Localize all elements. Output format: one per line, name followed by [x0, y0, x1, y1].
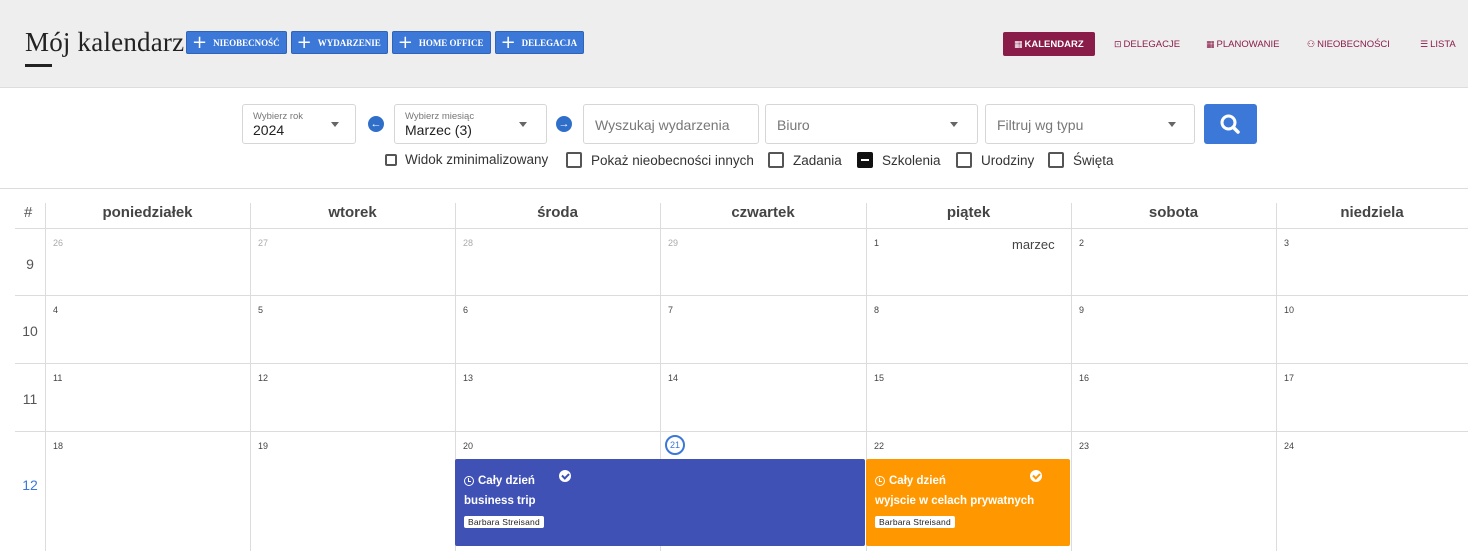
plus-icon: +	[296, 31, 312, 53]
search-icon	[1220, 114, 1240, 134]
nav-calendar[interactable]: ▦ KALENDARZ	[1003, 32, 1095, 56]
event-time: Cały dzień	[464, 475, 535, 487]
nav-planning[interactable]: ▦ PLANOWANIE	[1206, 32, 1280, 56]
checkbox-box	[385, 153, 397, 166]
event-person-badge: Barbara Streisand	[464, 516, 544, 528]
event-person-badge: Barbara Streisand	[875, 516, 955, 528]
day-name-header: środa	[537, 204, 578, 221]
day-cell[interactable]	[1276, 363, 1468, 431]
checkbox-indeterminate	[857, 152, 873, 168]
day-name-header: piątek	[946, 204, 991, 221]
add-event-button[interactable]: + WYDARZENIE	[290, 31, 388, 54]
prev-month-arrow-icon[interactable]: ←	[368, 116, 384, 132]
clock-icon	[875, 476, 885, 486]
day-cell[interactable]	[455, 295, 660, 363]
day-cell[interactable]	[1276, 431, 1468, 552]
event-card[interactable]: Cały dzień wyjscie w celach prywatnych Bar…	[866, 459, 1070, 546]
calendar-check-icon: ▦	[1206, 38, 1215, 49]
day-cell[interactable]	[250, 431, 455, 552]
nav-delegations[interactable]: ⊡ DELEGACJE	[1114, 32, 1180, 56]
day-cell[interactable]	[250, 295, 455, 363]
list-icon: ☰	[1420, 38, 1429, 49]
day-name-header: wtorek	[328, 204, 377, 221]
day-cell[interactable]	[45, 228, 250, 295]
header: Mój kalendarz + NIEOBECNOŚĆ + WYDARZENIE +…	[0, 0, 1468, 88]
checkbox-box	[768, 152, 784, 168]
calendar-grid: # poniedziałek wtorek środa czwartek piątek s…	[0, 188, 1468, 551]
week-number[interactable]: 9	[15, 256, 45, 272]
checkbox-trainings[interactable]: Szkolenia	[857, 152, 941, 168]
check-circle-icon	[1030, 470, 1042, 482]
day-cell[interactable]	[1071, 295, 1276, 363]
search-button[interactable]	[1204, 104, 1257, 144]
checkbox-holidays[interactable]: Święta	[1048, 152, 1114, 168]
add-buttons: + NIEOBECNOŚĆ + WYDARZENIE + HOME OFFICE + D…	[186, 31, 585, 54]
clock-icon	[464, 476, 474, 486]
caret-down-icon	[1168, 122, 1176, 127]
day-cell[interactable]	[455, 363, 660, 431]
day-cell[interactable]	[660, 363, 866, 431]
plus-icon: +	[397, 31, 413, 53]
plus-icon: +	[192, 31, 208, 53]
checkbox-box	[566, 152, 582, 168]
month-label: marzec	[1012, 237, 1055, 252]
day-cell[interactable]	[660, 295, 866, 363]
checkbox-tasks[interactable]: Zadania	[768, 152, 842, 168]
day-cell[interactable]	[45, 295, 250, 363]
nav-absences[interactable]: ⚇ NIEOBECNOŚCI	[1307, 32, 1390, 56]
checkbox-birthdays[interactable]: Urodziny	[956, 152, 1034, 168]
plus-icon: +	[500, 31, 516, 53]
day-name-header: czwartek	[731, 204, 795, 221]
add-delegation-button[interactable]: + DELEGACJA	[494, 31, 585, 54]
day-cell[interactable]	[455, 228, 660, 295]
day-cell[interactable]	[1071, 228, 1276, 295]
briefcase-icon: ⊡	[1114, 38, 1122, 49]
type-filter-select[interactable]: Filtruj wg typu	[985, 104, 1195, 144]
calendar-icon: ▦	[1014, 38, 1023, 49]
day-cell[interactable]	[866, 295, 1071, 363]
event-title: business trip	[464, 495, 536, 507]
caret-down-icon	[519, 122, 527, 127]
event-time: Cały dzień	[875, 475, 946, 487]
week-number[interactable]: 10	[15, 323, 45, 339]
day-name-header: poniedziałek	[102, 204, 193, 221]
day-cell[interactable]	[866, 363, 1071, 431]
filter-checkboxes: Widok zminimalizowany Pokaż nieobecności…	[0, 152, 1468, 170]
day-cell[interactable]	[250, 363, 455, 431]
day-cell[interactable]	[660, 228, 866, 295]
caret-down-icon	[331, 122, 339, 127]
day-cell[interactable]	[45, 431, 250, 552]
event-card[interactable]: Cały dzień business trip Barbara Streisand	[455, 459, 865, 546]
checkbox-minimized-view[interactable]: Widok zminimalizowany	[385, 152, 548, 167]
week-number[interactable]: 12	[15, 477, 45, 493]
check-circle-icon	[559, 470, 571, 482]
page-title: Mój kalendarz	[25, 27, 185, 57]
week-number-header: #	[24, 204, 33, 221]
next-month-arrow-icon[interactable]: →	[556, 116, 572, 132]
day-cell[interactable]	[1276, 228, 1468, 295]
day-cell[interactable]	[45, 363, 250, 431]
office-select[interactable]: Biuro	[765, 104, 978, 144]
day-name-header: sobota	[1148, 204, 1199, 221]
caret-down-icon	[950, 122, 958, 127]
checkbox-show-others-absences[interactable]: Pokaż nieobecności innych	[566, 152, 754, 168]
checkbox-box	[956, 152, 972, 168]
week-number[interactable]: 11	[15, 391, 45, 407]
event-title: wyjscie w celach prywatnych	[875, 495, 1035, 507]
nav-list[interactable]: ☰ LISTA	[1420, 32, 1456, 56]
add-absence-button[interactable]: + NIEOBECNOŚĆ	[186, 31, 287, 54]
checkbox-box	[1048, 152, 1064, 168]
user-clock-icon: ⚇	[1307, 38, 1316, 49]
day-cell[interactable]	[1276, 295, 1468, 363]
day-cell[interactable]	[250, 228, 455, 295]
day-name-header: niedziela	[1340, 204, 1404, 221]
day-cell[interactable]	[1071, 363, 1276, 431]
year-select[interactable]: Wybierz rok 2024	[242, 104, 356, 144]
month-select[interactable]: Wybierz miesiąc Marzec (3)	[394, 104, 547, 144]
add-home-office-button[interactable]: + HOME OFFICE	[391, 31, 491, 54]
search-input[interactable]: Wyszukaj wydarzenia	[583, 104, 759, 144]
day-cell[interactable]	[1071, 431, 1276, 552]
title-underline	[25, 64, 52, 67]
